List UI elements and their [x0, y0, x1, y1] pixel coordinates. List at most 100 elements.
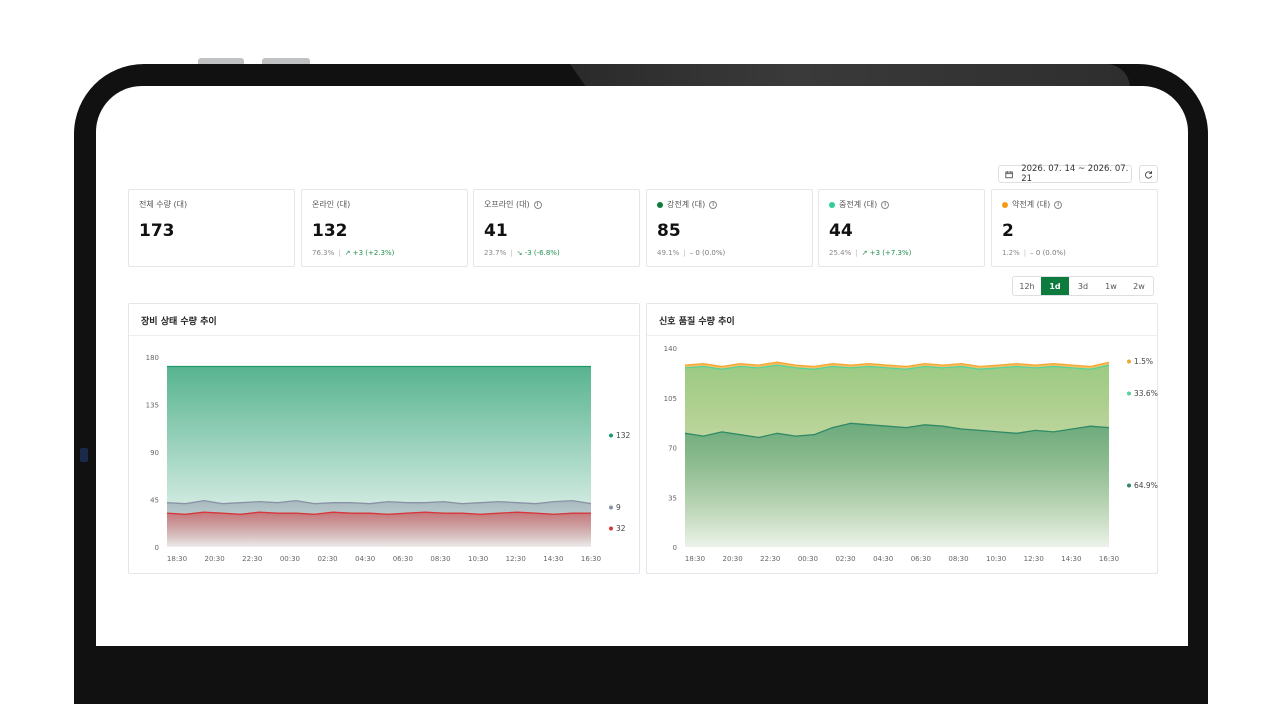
equipment-status-panel: 장비 상태 수량 추이 0 45 90 135 180 18:30 20:30 22:30 00…	[128, 303, 640, 574]
chart-title-equipment-status: 장비 상태 수량 추이	[141, 317, 217, 327]
x-tick-label: 02:30	[317, 555, 337, 563]
range-button-12h[interactable]: 12h	[1013, 277, 1041, 295]
stat-percent: 1.2%	[1002, 249, 1020, 257]
x-tick-label: 06:30	[393, 555, 413, 563]
date-range-picker[interactable]: 2026. 07. 14 ~ 2026. 07. 21	[998, 164, 1132, 184]
x-tick-label: 06:30	[911, 555, 931, 563]
x-tick-label: 10:30	[986, 555, 1006, 563]
range-button-1w[interactable]: 1w	[1097, 277, 1125, 295]
x-tick-label: 02:30	[835, 555, 855, 563]
series-area	[685, 423, 1109, 547]
stat-value: 85	[657, 221, 681, 241]
stat-footer: 49.1% | – 0 (0.0%)	[657, 249, 725, 257]
stat-divider: |	[855, 249, 858, 257]
stat-divider: |	[683, 249, 686, 257]
stat-card-strong-signal: 강전계 (대) i 85 49.1% | – 0 (0.0%)	[646, 189, 813, 267]
legend-dot-icon	[1127, 483, 1131, 488]
y-tick-label: 0	[673, 544, 677, 552]
stat-percent: 23.7%	[484, 249, 507, 257]
x-tick-label: 18:30	[167, 555, 187, 563]
stat-label: 강전계 (대) i	[657, 199, 718, 210]
trend-up-icon: ↗	[861, 249, 870, 257]
dashboard-screen: 2026. 07. 14 ~ 2026. 07. 21 전체 수량 (대) 173…	[96, 86, 1188, 646]
info-icon[interactable]: i	[709, 200, 718, 209]
x-tick-label: 12:30	[506, 555, 526, 563]
stat-delta: +3 (+7.3%)	[869, 249, 912, 257]
stat-delta: 0 (0.0%)	[695, 249, 726, 257]
equipment-status-chart: 0 45 90 135 180 18:30 20:30 22:30 00:30 02:30 04:3…	[146, 354, 631, 563]
device-frame-shine	[570, 64, 1130, 88]
series-end-label: 1.5%	[1134, 357, 1153, 366]
stat-label-text: 오프라인 (대)	[484, 200, 530, 209]
trend-down-icon: ↘	[516, 249, 525, 257]
signal-quality-chart: 0 35 70 105 140 18:30 20:30 22:30 00:30 02:30 04:3…	[664, 345, 1158, 563]
stat-divider: |	[510, 249, 513, 257]
series-end-label: 33.6%	[1134, 389, 1158, 398]
range-button-2w[interactable]: 2w	[1125, 277, 1153, 295]
x-tick-label: 16:30	[581, 555, 601, 563]
info-icon[interactable]: i	[533, 200, 542, 209]
y-tick-label: 105	[664, 395, 677, 403]
x-tick-label: 00:30	[798, 555, 818, 563]
stat-card-online: 온라인 (대) 132 76.3% | ↗ +3 (+2.3%)	[301, 189, 468, 267]
stat-divider: |	[338, 249, 341, 257]
y-tick-label: 140	[664, 345, 677, 353]
info-icon[interactable]: i	[881, 200, 890, 209]
x-tick-label: 20:30	[723, 555, 743, 563]
x-tick-label: 08:30	[948, 555, 968, 563]
stat-trend: ↗ +3 (+2.3%)	[345, 249, 395, 257]
info-icon[interactable]: i	[1054, 200, 1063, 209]
x-tick-label: 10:30	[468, 555, 488, 563]
y-tick-label: 0	[155, 544, 159, 552]
trend-up-icon: ↗	[344, 249, 353, 257]
stat-label: 온라인 (대)	[312, 199, 350, 210]
range-button-1d[interactable]: 1d	[1041, 277, 1069, 295]
series-end-label: 9	[616, 503, 621, 512]
x-tick-label: 04:30	[873, 555, 893, 563]
range-button-3d[interactable]: 3d	[1069, 277, 1097, 295]
y-tick-label: 70	[668, 445, 677, 453]
stat-trend: ↘ -3 (-6.8%)	[517, 249, 560, 257]
stat-percent: 49.1%	[657, 249, 680, 257]
x-tick-label: 00:30	[280, 555, 300, 563]
legend-dot-icon	[609, 505, 613, 510]
stat-label-text: 중전계 (대)	[839, 200, 878, 209]
legend-dot-icon	[609, 433, 613, 438]
x-tick-label: 22:30	[242, 555, 262, 563]
x-tick-label: 18:30	[685, 555, 705, 563]
y-tick-label: 35	[668, 494, 677, 502]
stat-value: 44	[829, 221, 853, 241]
stat-percent: 76.3%	[312, 249, 335, 257]
x-tick-label: 20:30	[205, 555, 225, 563]
stat-delta: -3 (-6.8%)	[524, 249, 560, 257]
x-tick-label: 22:30	[760, 555, 780, 563]
stat-delta: 0 (0.0%)	[1035, 249, 1066, 257]
signal-quality-panel: 신호 품질 수량 추이 0 35 70 105 140 18:30 20:30 22:30 00…	[646, 303, 1158, 574]
series-end-label: 132	[616, 431, 631, 440]
stat-card-total: 전체 수량 (대) 173	[128, 189, 295, 267]
stat-label: 약전계 (대) i	[1002, 199, 1063, 210]
stat-label: 오프라인 (대) i	[484, 199, 542, 210]
chart-title-signal-quality: 신호 품질 수량 추이	[659, 317, 735, 327]
series-end-label: 64.9%	[1134, 481, 1158, 490]
stat-value: 41	[484, 221, 508, 241]
x-tick-label: 16:30	[1099, 555, 1119, 563]
stat-delta: +3 (+2.3%)	[352, 249, 395, 257]
stat-label-text: 전체 수량 (대)	[139, 200, 188, 209]
refresh-button[interactable]	[1139, 165, 1158, 183]
stat-footer: 1.2% | – 0 (0.0%)	[1002, 249, 1066, 257]
stat-card-medium-signal: 중전계 (대) i 44 25.4% | ↗ +3 (+7.3%)	[818, 189, 985, 267]
status-dot-icon	[1002, 201, 1008, 208]
stat-footer: 23.7% | ↘ -3 (-6.8%)	[484, 249, 560, 257]
legend-dot-icon	[1127, 359, 1131, 364]
stat-value: 132	[312, 221, 348, 241]
x-tick-label: 14:30	[543, 555, 563, 563]
stat-footer: 76.3% | ↗ +3 (+2.3%)	[312, 249, 394, 257]
date-range-text: 2026. 07. 14 ~ 2026. 07. 21	[1021, 164, 1129, 184]
time-range-selector: 12h 1d 3d 1w 2w	[1012, 276, 1154, 296]
x-tick-label: 14:30	[1061, 555, 1081, 563]
series-area	[167, 512, 591, 547]
stat-label-text: 강전계 (대)	[667, 200, 706, 209]
stat-label-text: 약전계 (대)	[1012, 200, 1051, 209]
series-end-label: 32	[616, 524, 626, 533]
